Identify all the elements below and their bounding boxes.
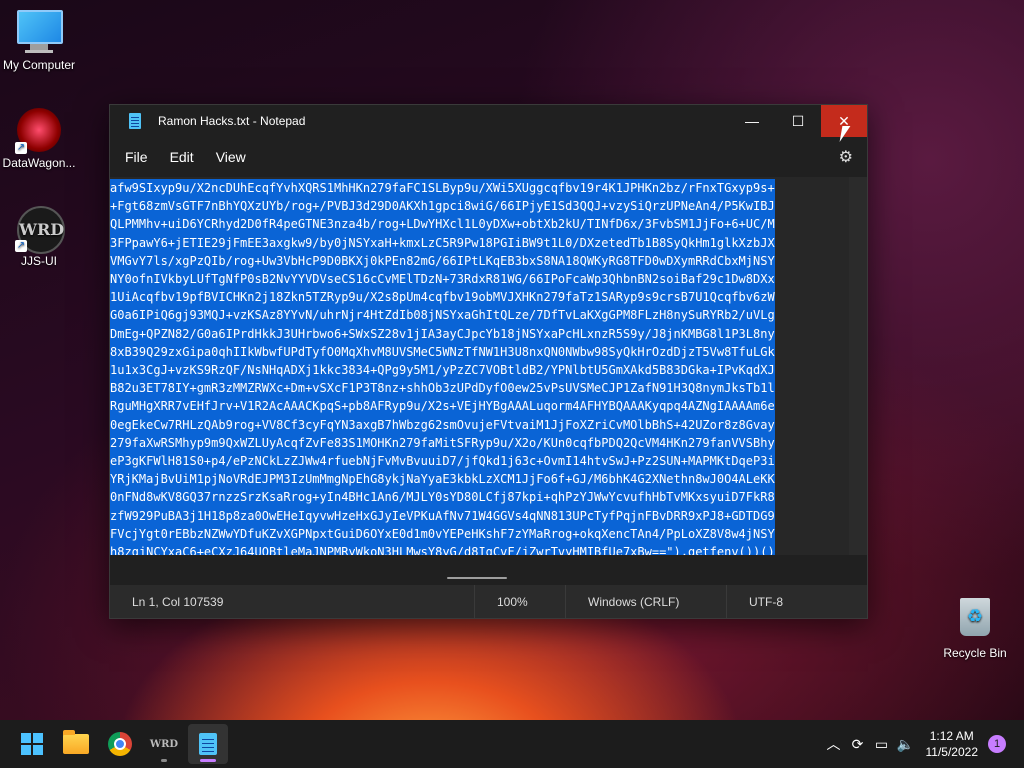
clock-date: 11/5/2022 [925,745,979,759]
status-line-ending: Windows (CRLF) [588,594,680,609]
editor-line: RguMHgXRR7vEHfJrv+V1R2AcAAACKpqS+pb8AFRy… [110,397,849,416]
status-position: Ln 1, Col 107539 [132,594,224,609]
selected-text: RguMHgXRR7vEHfJrv+V1R2AcAAACKpqS+pb8AFRy… [110,397,775,416]
selected-text: VMGvY7ls/xgPzQIb/rog+Uw3VbHcP9D0BKXj0kPE… [110,251,775,271]
menu-bar: File Edit View ⚙ [110,137,867,177]
taskbar-notepad[interactable] [188,724,228,764]
text-editor[interactable]: afw9SIxyp9u/X2ncDUhEcqfYvhXQRS1MhHKn279f… [110,177,849,555]
editor-line: 8xB39Q29zxGipa0qhIIkWbwfUPdTyfO0MqXhvM8U… [110,342,849,362]
window-title: Ramon Hacks.txt - Notepad [158,114,306,128]
menu-edit[interactable]: Edit [159,149,205,165]
shortcut-arrow-icon: ↗ [15,240,27,252]
desktop-icon-label: Recycle Bin [943,646,1007,660]
chevron-up-icon[interactable]: ︿ [822,734,846,754]
shortcut-arrow-icon: ↗ [15,142,27,154]
menu-view[interactable]: View [205,149,257,165]
desktop-icon-label: My Computer [2,58,76,72]
horizontal-scrollbar-thumb[interactable] [447,577,507,579]
editor-line: 1u1x3CgJ+vzKS9RzQF/NsNHqADXj1kkc3834+QPg… [110,361,849,380]
recycle-bin-icon [953,598,997,642]
menu-file[interactable]: File [114,149,159,165]
selected-text: G0a6IPiQ6gj93MQJ+vzKSAz8YYvN/uhrNjr4HtZd… [110,306,775,325]
selected-text: 3FPpawY6+jETIE29jFmEE3axgkw9/by0jNSYxaH+… [110,233,775,252]
active-indicator [200,759,216,762]
desktop-icon-label: JJS-UI [21,254,57,268]
editor-line: 279faXwRSMhyp9m9QxWZLUyAcqfZvFe83S1MOHKn… [110,433,849,453]
notification-badge[interactable]: 1 [988,735,1006,753]
selected-text: 1UiAcqfbv19pfBVICHKn2j18Zkn5TZRyp9u/X2s8… [110,288,775,307]
editor-line: h8zqjNCYxaC6+eCXzJ64UOBtleMaJNPMRyWkoN3H… [110,543,849,555]
start-icon [21,733,43,755]
file-explorer-icon [63,730,89,754]
network-icon[interactable]: ⟳ [846,736,870,753]
volume-icon[interactable]: 🔈 [894,736,918,753]
editor-line: +Fgt68zmVsGTF7nBhYQXzUYb/rog+/PVBJ3d29D0… [110,197,849,216]
editor-line: 3FPpawY6+jETIE29jFmEE3axgkw9/by0jNSYxaH+… [110,233,849,252]
chrome-icon [108,732,132,756]
editor-line: B82u3ET78IY+gmR3zMMZRWXc+Dm+vSXcF1P3T8nz… [110,379,849,398]
desktop-icon-label: DataWagon... [2,156,76,170]
desktop-icon-jjs-ui[interactable]: WRD ↗ JJS-UI [0,206,81,268]
notepad-icon [129,113,141,129]
editor-line: eP3gKFWlH81S0+p4/ePzNCkLzZJWw4rfuebNjFvM… [110,452,849,471]
taskbar-jjs-ui[interactable]: WRD [144,724,184,764]
computer-icon [17,10,63,54]
editor-line: YRjKMajBvUiM1pjNoVRdEJPM3IzUmMmgNpEhG8yk… [110,470,849,489]
selected-text: 8xB39Q29zxGipa0qhIIkWbwfUPdTyfO0MqXhvM8U… [110,342,775,362]
clock-time: 1:12 AM [929,729,974,743]
taskbar: WRD ︿ ⟳ ▭ 🔈 1:12 AM 11/5/2022 1 [0,720,1024,768]
selected-text: FVcjYgt0rEBbzNZWwYDfuKZvXGPNpxtGuiD6OYxE… [110,524,775,544]
display-icon[interactable]: ▭ [870,736,894,753]
selected-text: 0nFNd8wKV8GQ37rnzzSrzKsaRrog+yIn4BHc1An6… [110,488,775,507]
taskbar-file-explorer[interactable] [56,724,96,764]
taskbar-chrome[interactable] [100,724,140,764]
running-indicator [161,759,167,762]
editor-line: FVcjYgt0rEBbzNZWwYDfuKZvXGPNpxtGuiD6OYxE… [110,524,849,544]
editor-line: VMGvY7ls/xgPzQIb/rog+Uw3VbHcP9D0BKXj0kPE… [110,251,849,271]
vertical-scrollbar[interactable] [849,177,867,555]
editor-line: DmEg+QPZN82/G0a6IPrdHkkJ3UHrbwo6+SWxSZ28… [110,324,849,343]
notepad-window: Ramon Hacks.txt - Notepad — ☐ ✕ File Edi… [109,104,868,619]
editor-line: 1UiAcqfbv19pfBVICHKn2j18Zkn5TZRyp9u/X2s8… [110,288,849,307]
notepad-icon [199,733,217,755]
jjs-ui-icon: WRD [149,738,179,750]
desktop-icon-recycle-bin[interactable]: Recycle Bin [933,598,1017,660]
selected-text: 279faXwRSMhyp9m9QxWZLUyAcqfZvFe83S1MOHKn… [110,433,775,453]
selected-text: h8zqjNCYxaC6+eCXzJ64UOBtleMaJNPMRyWkoN3H… [110,543,775,555]
editor-line: G0a6IPiQ6gj93MQJ+vzKSAz8YYvN/uhrNjr4HtZd… [110,306,849,325]
selected-text: +Fgt68zmVsGTF7nBhYQXzUYb/rog+/PVBJ3d29D0… [110,197,775,216]
selected-text: afw9SIxyp9u/X2ncDUhEcqfYvhXQRS1MhHKn279f… [110,179,775,198]
selected-text: DmEg+QPZN82/G0a6IPrdHkkJ3UHrbwo6+SWxSZ28… [110,324,775,343]
selected-text: zfW929PuBA3j1H18p8za0OwEHeIqyvwHzeHxGJyI… [110,506,775,525]
editor-line: QLPMMhv+uiD6YCRhyd2D0fR4peGTNE3nza4b/rog… [110,215,849,234]
desktop-icon-my-computer[interactable]: My Computer [0,10,81,72]
editor-line: NY0ofnIVkbyLUfTgNfP0sB2NvYYVDVseCS16cCvM… [110,270,849,289]
desktop-icon-datawagon[interactable]: ↗ DataWagon... [0,108,81,170]
editor-line: zfW929PuBA3j1H18p8za0OwEHeIqyvwHzeHxGJyI… [110,506,849,525]
minimize-button[interactable]: — [729,105,775,137]
datawagon-icon: ↗ [15,108,61,154]
status-bar: Ln 1, Col 107539 100% Windows (CRLF) UTF… [110,585,867,618]
selected-text: 1u1x3CgJ+vzKS9RzQF/NsNHqADXj1kkc3834+QPg… [110,361,775,380]
gear-icon[interactable]: ⚙ [839,147,853,167]
status-encoding: UTF-8 [749,594,783,609]
clock[interactable]: 1:12 AM 11/5/2022 [926,728,979,760]
editor-line: 0nFNd8wKV8GQ37rnzzSrzKsaRrog+yIn4BHc1An6… [110,488,849,507]
editor-content: afw9SIxyp9u/X2ncDUhEcqfYvhXQRS1MhHKn279f… [110,177,849,555]
selected-text: 0egEkeCw7RHLzQAb9rog+VV8Cf3cyFqYN3axgB7h… [110,415,775,434]
status-zoom: 100% [497,594,528,609]
start-button[interactable] [12,724,52,764]
selected-text: YRjKMajBvUiM1pjNoVRdEJPM3IzUmMmgNpEhG8yk… [110,470,775,489]
system-tray: ︿ ⟳ ▭ 🔈 1:12 AM 11/5/2022 1 [822,728,1024,760]
title-bar[interactable]: Ramon Hacks.txt - Notepad — ☐ ✕ [110,105,867,137]
selected-text: B82u3ET78IY+gmR3zMMZRWXc+Dm+vSXcF1P3T8nz… [110,379,775,398]
selected-text: eP3gKFWlH81S0+p4/ePzNCkLzZJWw4rfuebNjFvM… [110,452,775,471]
editor-line: 0egEkeCw7RHLzQAb9rog+VV8Cf3cyFqYN3axgB7h… [110,415,849,434]
editor-line: afw9SIxyp9u/X2ncDUhEcqfYvhXQRS1MhHKn279f… [110,179,849,198]
jjs-ui-icon: WRD ↗ [15,206,65,254]
selected-text: QLPMMhv+uiD6YCRhyd2D0fR4peGTNE3nza4b/rog… [110,215,775,234]
horizontal-scrollbar[interactable] [110,555,867,585]
selected-text: NY0ofnIVkbyLUfTgNfP0sB2NvYYVDVseCS16cCvM… [110,270,775,289]
maximize-button[interactable]: ☐ [775,105,821,137]
